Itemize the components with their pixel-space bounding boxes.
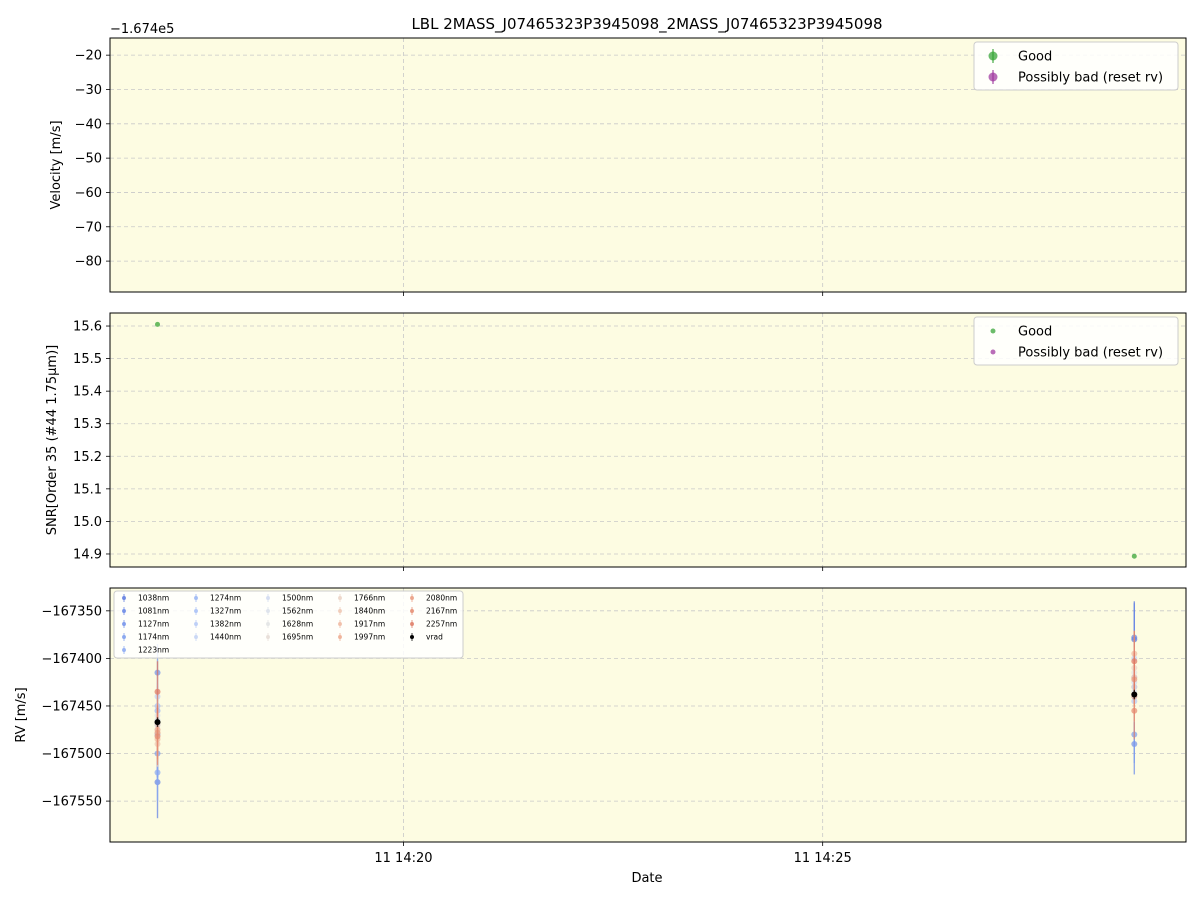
- y-tick-label: −167350: [41, 604, 102, 619]
- snr-ylabel: SNR[Order 35 (#44 1.75μm)]: [45, 345, 60, 536]
- y-tick-label: −40: [75, 117, 102, 132]
- rv-legend-label: 1223nm: [138, 646, 169, 655]
- y-tick-label: 14.9: [73, 547, 102, 562]
- rv-legend-marker: [194, 609, 198, 613]
- y-tick-label: 15.4: [73, 385, 102, 400]
- y-tick-label: 15.0: [73, 515, 102, 530]
- rv-legend-marker: [266, 622, 270, 626]
- legend-label: Possibly bad (reset rv): [1018, 346, 1163, 361]
- rv-legend-label: 1695nm: [282, 633, 313, 642]
- rv-legend-label: 2080nm: [426, 594, 457, 603]
- rv-legend-label: 1382nm: [210, 620, 241, 629]
- rv-legend-marker: [122, 648, 126, 652]
- rv-legend-label: 1997nm: [354, 633, 385, 642]
- rv-ylabel: RV [m/s]: [14, 687, 29, 742]
- y-tick-label: 15.6: [73, 320, 102, 335]
- rv-legend-label: 1840nm: [354, 607, 385, 616]
- rv-legend-marker: [266, 635, 270, 639]
- rv-legend-marker: [338, 609, 342, 613]
- legend-label: Good: [1018, 50, 1052, 65]
- legend-marker: [988, 51, 998, 61]
- rv-legend-label: 1440nm: [210, 633, 241, 642]
- legend-label: Possibly bad (reset rv): [1018, 71, 1163, 86]
- rv-legend-marker: [338, 635, 342, 639]
- rv-legend-marker: [410, 635, 414, 639]
- chart-figure: LBL 2MASS_J07465323P3945098_2MASS_J07465…: [0, 0, 1200, 900]
- y-tick-label: 15.2: [73, 450, 102, 465]
- velocity-offset-label: −1.674e5: [110, 22, 174, 37]
- rv-legend-label: 1081nm: [138, 607, 169, 616]
- rv-legend-label: 1628nm: [282, 620, 313, 629]
- x-tick-label: 11 14:25: [794, 851, 852, 866]
- rv-legend-marker: [266, 609, 270, 613]
- data-point: [154, 719, 161, 726]
- rv-legend-marker: [410, 622, 414, 626]
- date-xlabel: Date: [631, 871, 662, 886]
- data-point: [1131, 691, 1138, 698]
- rv-legend-label: 1274nm: [210, 594, 241, 603]
- rv-legend-label: 1766nm: [354, 594, 385, 603]
- rv-legend-label: 1562nm: [282, 607, 313, 616]
- rv-legend-marker: [194, 635, 198, 639]
- rv-legend-marker: [194, 622, 198, 626]
- chart-title: LBL 2MASS_J07465323P3945098_2MASS_J07465…: [411, 15, 882, 34]
- rv-legend-marker: [122, 596, 126, 600]
- legend-marker: [988, 72, 998, 82]
- data-point: [155, 321, 161, 327]
- rv-legend-marker: [266, 596, 270, 600]
- rv-legend-marker: [122, 622, 126, 626]
- data-point: [154, 733, 161, 740]
- y-tick-label: −30: [75, 83, 102, 98]
- rv-legend-label: 1174nm: [138, 633, 169, 642]
- velocity-ylabel: Velocity [m/s]: [49, 120, 64, 209]
- rv-legend-label: vrad: [426, 633, 443, 642]
- legend-marker: [990, 349, 996, 355]
- rv-legend-marker: [338, 622, 342, 626]
- rv-legend-label: 1500nm: [282, 594, 313, 603]
- rv-legend-marker: [410, 609, 414, 613]
- y-tick-label: −80: [75, 255, 102, 270]
- rv-legend-label: 1917nm: [354, 620, 385, 629]
- rv-legend-marker: [122, 635, 126, 639]
- legend-marker: [990, 328, 996, 334]
- legend-label: Good: [1018, 325, 1052, 340]
- y-tick-label: −167400: [41, 652, 102, 667]
- chart-svg: LBL 2MASS_J07465323P3945098_2MASS_J07465…: [14, 15, 1187, 886]
- rv-legend-label: 1327nm: [210, 607, 241, 616]
- data-point: [1131, 707, 1138, 714]
- y-tick-label: −167450: [41, 699, 102, 714]
- y-tick-label: −50: [75, 152, 102, 167]
- y-tick-label: −20: [75, 49, 102, 64]
- x-tick-label: 11 14:20: [374, 851, 432, 866]
- rv-legend-marker: [194, 596, 198, 600]
- y-tick-label: −60: [75, 186, 102, 201]
- rv-legend-label: 1038nm: [138, 594, 169, 603]
- rv-legend-label: 1127nm: [138, 620, 169, 629]
- data-point: [154, 769, 161, 776]
- data-point: [154, 688, 161, 695]
- y-tick-label: −167550: [41, 795, 102, 810]
- rv-legend-marker: [338, 596, 342, 600]
- y-tick-label: 15.3: [73, 417, 102, 432]
- data-point: [1131, 658, 1138, 665]
- data-point: [1131, 553, 1137, 559]
- y-tick-label: 15.1: [73, 482, 102, 497]
- y-tick-label: −167500: [41, 747, 102, 762]
- rv-legend-label: 2257nm: [426, 620, 457, 629]
- rv-legend-marker: [410, 596, 414, 600]
- rv-legend-label: 2167nm: [426, 607, 457, 616]
- y-tick-label: −70: [75, 220, 102, 235]
- y-tick-label: 15.5: [73, 352, 102, 367]
- rv-legend-marker: [122, 609, 126, 613]
